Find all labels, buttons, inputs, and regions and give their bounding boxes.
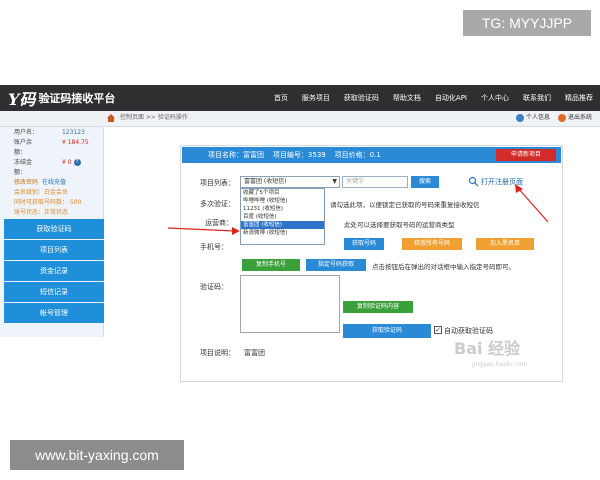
multi-verify-hint: 请勾选此项，以便锁定已获取的号码来重复接收短信 (330, 201, 480, 209)
sidebar-menu: 获取验证码 项目列表 资金记录 短信记录 帐号管理 (4, 219, 104, 324)
sidebar-item-get-code[interactable]: 获取验证码 (4, 219, 104, 239)
dropdown-option[interactable]: 11231 (收短信) (241, 205, 324, 213)
sidebar-item-projects[interactable]: 项目列表 (4, 240, 104, 260)
dropdown-option[interactable]: 哔哩哔哩 (收短信) (241, 197, 324, 205)
search-icon (468, 176, 479, 187)
get-number-button[interactable]: 获取号码 (344, 238, 384, 250)
nav-services[interactable]: 服务项目 (302, 93, 330, 103)
tg-watermark-badge: TG: MYYJJPP (463, 10, 591, 36)
nav-api[interactable]: 自动化API (435, 93, 467, 103)
recharge-link[interactable]: 在线充值 (42, 179, 66, 186)
specify-number-button[interactable]: 指定号码获取 (306, 259, 366, 271)
top-navigation: 首页 服务项目 获取验证码 帮助文档 自动化API 个人中心 联系我们 精品推荐 (267, 85, 600, 111)
nav-user-center[interactable]: 个人中心 (481, 93, 509, 103)
site-url-watermark: www.bit-yaxing.com (10, 440, 184, 470)
open-register-link[interactable]: 打开注册页面 (481, 177, 523, 187)
nav-help-docs[interactable]: 帮助文档 (393, 93, 421, 103)
member-level: 会员级别：白金会员 (14, 189, 69, 196)
logout-link[interactable]: 退出系统 (557, 112, 592, 124)
project-list-label: 项目列表： (200, 179, 235, 187)
description-value: 富富团 (244, 349, 265, 357)
username-label: 用户名： (14, 129, 39, 136)
breadcrumb: 控制页面 >> 验证码操作 (120, 114, 188, 121)
profile-link[interactable]: 个人信息 (515, 112, 550, 124)
logo-text: 验证码接收平台 (38, 92, 116, 105)
search-input[interactable]: 关键字 (342, 176, 408, 188)
dropdown-option-selected[interactable]: 富富团 (收短信) (241, 221, 324, 229)
nav-recommend[interactable]: 精品推荐 (565, 93, 593, 103)
dropdown-option[interactable]: 收藏了5个项目 (241, 189, 324, 197)
copy-phone-button[interactable]: 复制手机号 (242, 259, 300, 271)
balance-label: 账户余额： (14, 139, 33, 156)
help-icon[interactable]: ? (73, 159, 81, 166)
nav-home[interactable]: 首页 (274, 93, 288, 103)
operator-label: 运营商： (205, 219, 233, 227)
site-logo[interactable]: Y码 验证码接收平台 (8, 88, 116, 109)
phone-label: 手机号： (200, 243, 228, 251)
change-password-link[interactable]: 修改密码 (14, 179, 38, 186)
release-number-button[interactable]: 释放所有号码 (402, 238, 462, 250)
logo-mark: Y码 (8, 90, 36, 109)
home-icon[interactable] (106, 113, 116, 123)
blacklist-button[interactable]: 加入黑名单 (476, 238, 534, 250)
panel-header: 项目名称：富富团 项目编号：3539 项目价格：0.1 申请新项目 (182, 147, 561, 163)
user-icon (515, 113, 524, 122)
baidu-watermark-url: jingyan.baidu.com (472, 361, 528, 368)
user-info-card: 用户名： 123123 账户余额： ¥ 184.75 冻结金额： ¥ 0? 修改密码在… (14, 128, 102, 218)
username-value: 123123 (62, 129, 85, 136)
copy-code-button[interactable]: 复制验证码内容 (343, 301, 413, 313)
dropdown-option[interactable]: 新浪微博 (收短信) (241, 229, 324, 237)
logout-icon (557, 113, 566, 122)
breadcrumb-bar (0, 111, 600, 127)
account-status: 账号状态：正常状态 (14, 209, 69, 216)
project-summary: 项目名称：富富团 项目编号：3539 项目价格：0.1 (208, 151, 381, 159)
dropdown-option[interactable]: 百度 (收短信) (241, 213, 324, 221)
auto-get-checkbox[interactable]: ✓ (434, 326, 442, 334)
specify-number-hint: 点击按钮后在弹出的对话框中输入指定号码即可。 (372, 263, 515, 271)
get-code-button[interactable]: 获取验证码 (343, 324, 431, 338)
multi-verify-label: 多次验证： (200, 200, 235, 208)
sidebar-item-account[interactable]: 帐号管理 (4, 303, 104, 323)
baidu-watermark-logo: Bai 经验 (454, 339, 521, 358)
concurrent-limit: 同时可获取号码数： 500 (14, 199, 82, 206)
description-label: 项目说明： (200, 349, 235, 357)
project-dropdown-list: 收藏了5个项目 哔哩哔哩 (收短信) 11231 (收短信) 百度 (收短信) … (240, 188, 325, 245)
sidebar-item-funds[interactable]: 资金记录 (4, 261, 104, 281)
chevron-down-icon: ▼ (332, 178, 337, 185)
code-label: 验证码： (200, 283, 228, 291)
operator-hint: 此处可以选择要获取号码的运营商类型 (344, 221, 455, 229)
project-select[interactable]: 富富团 (收短信) ▼ (240, 176, 340, 188)
nav-contact[interactable]: 联系我们 (523, 93, 551, 103)
code-textarea[interactable] (240, 275, 340, 333)
balance-value: ¥ 184.75 (62, 139, 89, 146)
frozen-label: 冻结金额： (14, 159, 33, 176)
account-links: 个人信息 退出系统 (515, 112, 592, 124)
sidebar-item-sms-log[interactable]: 短信记录 (4, 282, 104, 302)
nav-get-code[interactable]: 获取验证码 (344, 93, 379, 103)
apply-project-button[interactable]: 申请新项目 (496, 149, 556, 161)
search-button[interactable]: 搜索 (411, 176, 439, 188)
frozen-value: ¥ 0 (62, 159, 72, 166)
